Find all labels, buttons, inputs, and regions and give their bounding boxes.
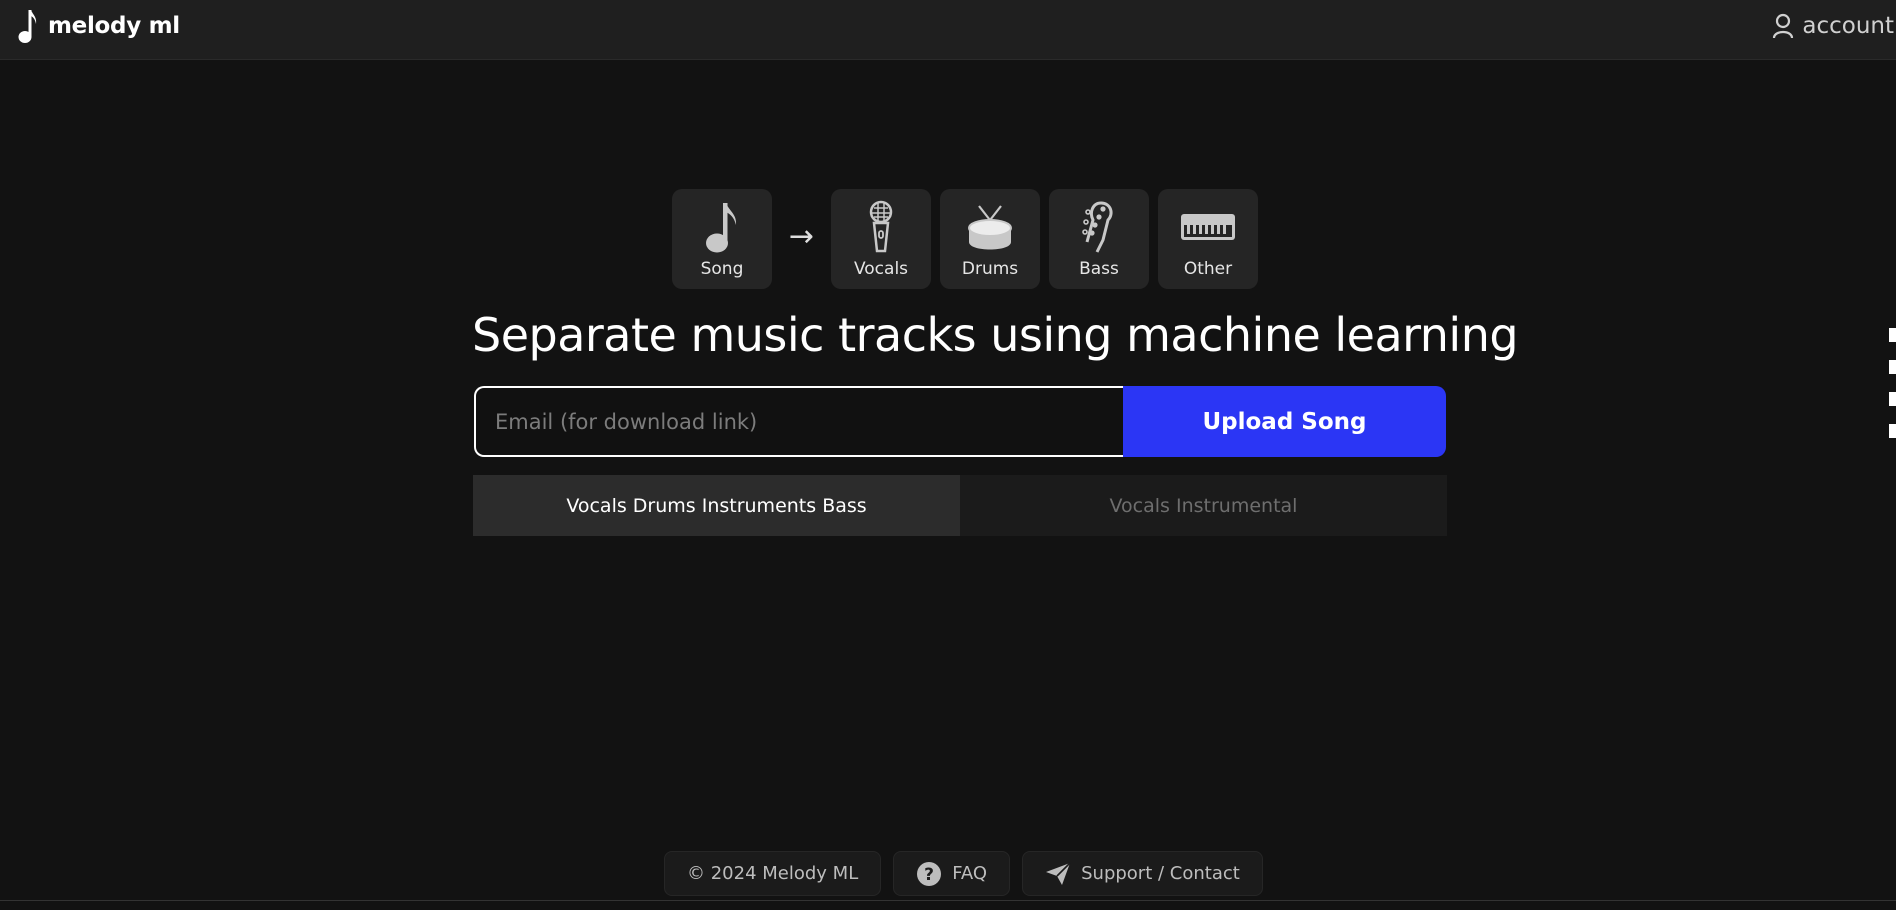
brand-name: melody ml (48, 13, 180, 39)
footer: © 2024 Melody ML ? FAQ Support / Contact (664, 851, 1263, 896)
stem-label-other: Other (1183, 259, 1233, 279)
brand-home-link[interactable]: melody ml (18, 4, 180, 48)
music-note-logo-icon (18, 8, 38, 44)
question-circle-icon: ? (916, 861, 942, 887)
top-navigation-bar: melody ml account (0, 0, 1896, 60)
support-contact-link[interactable]: Support / Contact (1022, 851, 1263, 896)
stem-label-drums: Drums (961, 259, 1019, 279)
stem-separation-illustration: Song → Vocals Drums Bass Other (672, 189, 1258, 289)
microphone-icon (866, 199, 896, 255)
side-toolbar-tab[interactable] (1889, 392, 1896, 406)
music-note-icon (704, 199, 740, 255)
account-label: account (1802, 13, 1894, 39)
separation-mode-toggle: Vocals Drums Instruments Bass Vocals Ins… (473, 475, 1447, 536)
side-toolbar-tab[interactable] (1889, 360, 1896, 374)
upload-song-button[interactable]: Upload Song (1123, 386, 1446, 457)
support-label: Support / Contact (1081, 863, 1240, 884)
stem-card-song: Song (672, 189, 772, 289)
right-arrow-icon: → (788, 218, 815, 254)
side-floating-toolbar[interactable] (1889, 302, 1896, 448)
bass-guitar-icon (1081, 199, 1117, 255)
mode-option-four-stem[interactable]: Vocals Drums Instruments Bass (473, 475, 960, 536)
stem-label-bass: Bass (1079, 259, 1119, 279)
stem-card-vocals: Vocals (831, 189, 931, 289)
side-toolbar-tab[interactable] (1889, 328, 1896, 342)
account-link[interactable]: account (1772, 6, 1894, 46)
stem-label-song: Song (700, 259, 744, 279)
upload-form: Upload Song (474, 386, 1446, 457)
stem-card-other: Other (1158, 189, 1258, 289)
keyboard-icon (1179, 199, 1237, 255)
stem-label-vocals: Vocals (853, 259, 909, 279)
copyright-text: © 2024 Melody ML (687, 863, 859, 884)
page-title: Separate music tracks using machine lear… (472, 308, 1519, 362)
email-input[interactable] (474, 386, 1123, 457)
paper-plane-icon (1045, 861, 1071, 886)
stem-card-bass: Bass (1049, 189, 1149, 289)
faq-label: FAQ (952, 863, 988, 884)
user-icon (1772, 13, 1794, 39)
copyright-notice: © 2024 Melody ML (664, 851, 882, 896)
mode-option-two-stem[interactable]: Vocals Instrumental (960, 475, 1447, 536)
drum-icon (966, 199, 1014, 255)
side-toolbar-tab[interactable] (1889, 424, 1896, 438)
faq-link[interactable]: ? FAQ (893, 851, 1011, 896)
svg-text:?: ? (924, 865, 934, 885)
bottom-divider (0, 900, 1896, 901)
stem-card-drums: Drums (940, 189, 1040, 289)
